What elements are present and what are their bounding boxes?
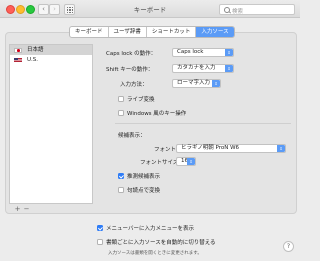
japan-flag-icon — [14, 47, 22, 53]
checkbox-label: 書類ごとに入力ソースを自動的に切り替える — [106, 240, 216, 246]
live-conversion-checkbox[interactable]: ライブ変換 — [118, 95, 155, 103]
input-method-label: 入力方法： — [120, 82, 148, 88]
remove-source-button[interactable]: − — [22, 205, 31, 213]
caps-lock-select[interactable]: Caps lock ⇕ — [172, 48, 234, 57]
list-item-us[interactable]: U.S. — [10, 55, 92, 65]
font-value: ヒラギノ明朝 ProN W6 — [181, 145, 240, 151]
caps-lock-value: Caps lock — [177, 49, 204, 55]
tab-input-sources[interactable]: 入力ソース — [196, 27, 234, 37]
auto-switch-checkbox[interactable]: 書類ごとに入力ソースを自動的に切り替える — [97, 238, 216, 246]
chevron-updown-icon: ⇕ — [277, 145, 285, 152]
shift-value: カタカナを入力 — [177, 65, 216, 71]
tab-keyboard[interactable]: キーボード — [70, 27, 109, 37]
chevron-updown-icon: ⇕ — [225, 49, 233, 56]
checkbox-box — [118, 110, 124, 116]
checkbox-box — [97, 239, 103, 245]
checkbox-box-checked — [118, 173, 124, 179]
candidates-header: 候補表示： — [118, 133, 146, 139]
checkbox-box — [118, 96, 124, 102]
help-button[interactable]: ? — [283, 241, 294, 252]
shift-label: Shift キーの動作： — [106, 67, 154, 73]
chevron-updown-icon: ⇕ — [225, 65, 233, 72]
full-width-conversion-checkbox[interactable]: 句読点で変換 — [118, 186, 160, 194]
show-input-menu-checkbox[interactable]: メニューバーに入力メニューを表示 — [97, 224, 194, 232]
keyboard-preferences-window: ‹ › キーボード 検索 キーボード ユーザ辞書 ショートカット 入力ソース 日… — [0, 0, 300, 261]
add-source-button[interactable]: + — [13, 205, 22, 213]
tab-user-dictionary[interactable]: ユーザ辞書 — [109, 27, 147, 37]
shift-select[interactable]: カタカナを入力 ⇕ — [172, 64, 234, 73]
search-icon — [224, 6, 230, 13]
checkbox-label: 推測候補表示 — [127, 174, 161, 180]
windows-keys-checkbox[interactable]: Windows 風のキー操作 — [118, 109, 186, 117]
checkbox-label: メニューバーに入力メニューを表示 — [106, 226, 194, 232]
search-field[interactable]: 検索 — [219, 4, 295, 15]
caps-lock-label: Caps lock の動作： — [106, 51, 157, 57]
auto-switch-note: 入力ソースは書類を開くときに変更されます。 — [108, 251, 202, 256]
list-item-japanese[interactable]: 日本語 — [10, 45, 92, 55]
input-source-list[interactable]: 日本語 U.S. — [9, 44, 93, 204]
checkbox-label: Windows 風のキー操作 — [127, 111, 187, 117]
checkbox-label: 句読点で変換 — [127, 188, 161, 194]
predictive-checkbox[interactable]: 推測候補表示 — [118, 172, 160, 180]
list-item-label: 日本語 — [27, 47, 44, 53]
list-item-label: U.S. — [27, 57, 39, 63]
us-flag-icon — [14, 57, 22, 63]
font-select[interactable]: ヒラギノ明朝 ProN W6 ⇕ — [176, 144, 286, 153]
chevron-updown-icon: ⇕ — [187, 158, 195, 165]
font-size-select[interactable]: 16 ⇕ — [176, 157, 196, 166]
title-bar: ‹ › キーボード 検索 — [0, 0, 300, 18]
checkbox-box — [118, 187, 124, 193]
input-method-select[interactable]: ローマ字入力 ⇕ — [172, 79, 221, 88]
tab-shortcuts[interactable]: ショートカット — [147, 27, 197, 37]
checkbox-box-checked — [97, 225, 103, 231]
divider — [115, 123, 291, 124]
input-method-value: ローマ字入力 — [177, 80, 211, 86]
list-controls: + − — [13, 205, 31, 213]
tab-bar: キーボード ユーザ辞書 ショートカット 入力ソース — [69, 26, 235, 38]
search-placeholder: 検索 — [232, 8, 244, 15]
chevron-updown-icon: ⇕ — [212, 80, 220, 87]
checkbox-label: ライブ変換 — [127, 97, 155, 103]
